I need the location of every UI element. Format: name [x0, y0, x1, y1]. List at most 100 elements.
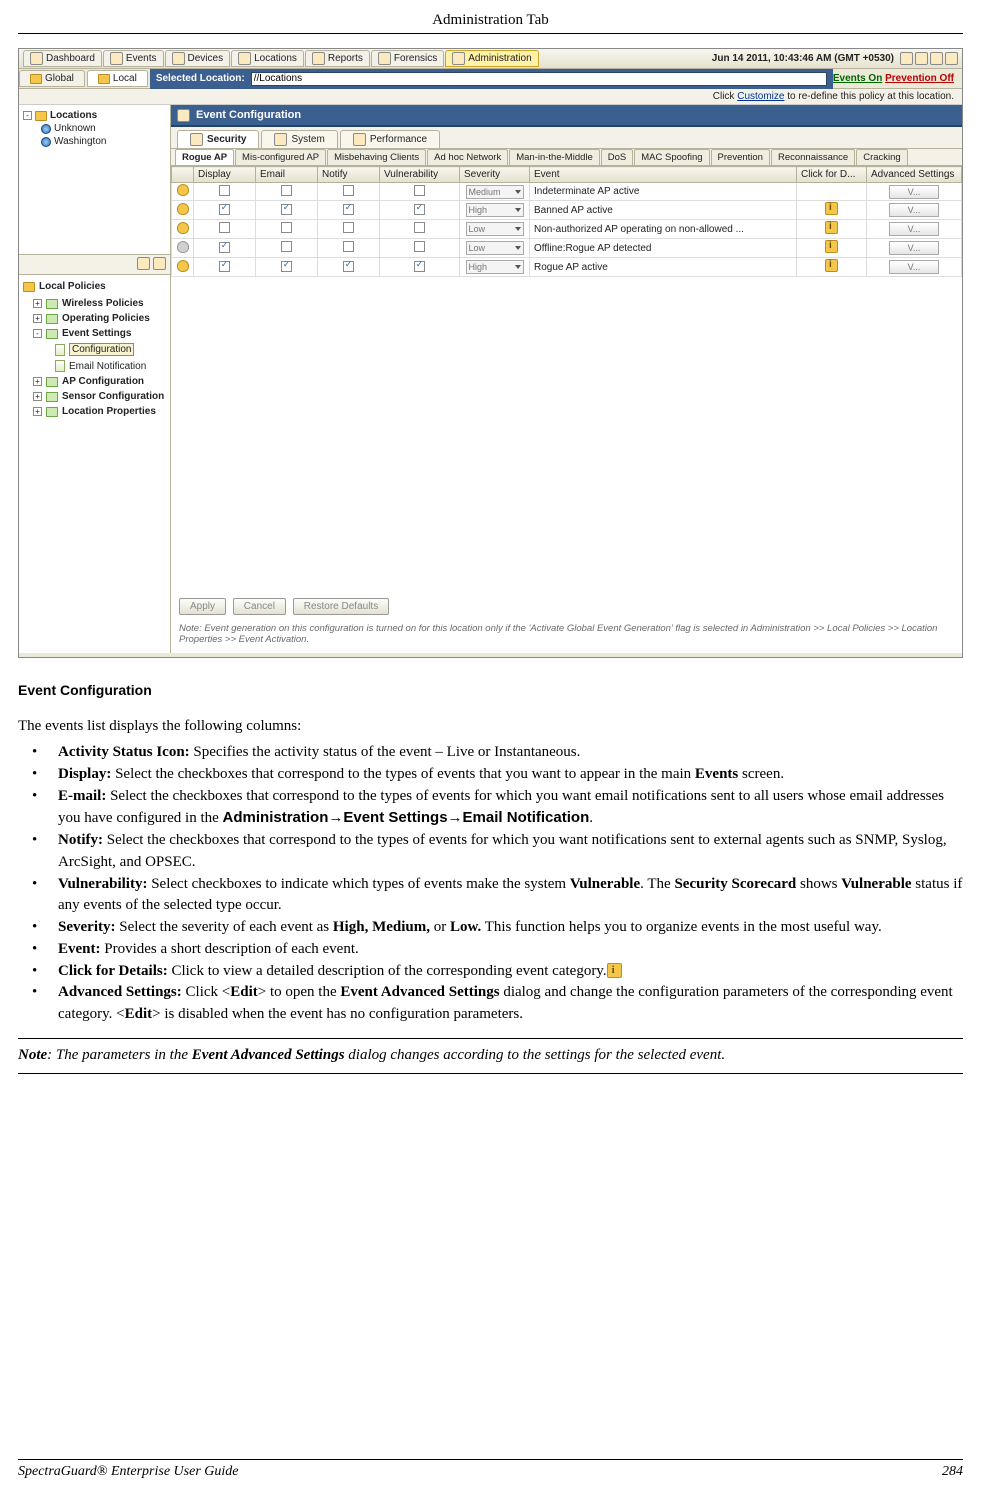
col-advanced[interactable]: Advanced Settings	[867, 167, 962, 183]
severity-select[interactable]: Medium	[466, 185, 524, 199]
checkbox[interactable]	[281, 222, 292, 233]
advanced-button[interactable]: V...	[889, 222, 939, 236]
checkbox[interactable]	[281, 204, 292, 215]
subtab-cracking[interactable]: Cracking	[856, 149, 908, 165]
severity-select[interactable]: High	[466, 203, 524, 217]
subtab-misconfigured[interactable]: Mis-configured AP	[235, 149, 326, 165]
severity-select[interactable]: Low	[466, 222, 524, 236]
advanced-button[interactable]: V...	[889, 185, 939, 199]
location-tree[interactable]: - Locations Unknown Washington	[19, 105, 170, 255]
expand-icon[interactable]: +	[33, 377, 42, 386]
print-icon[interactable]	[930, 52, 943, 65]
sectab-security[interactable]: Security	[177, 130, 259, 148]
expand-icon[interactable]: +	[33, 299, 42, 308]
subtab-dos[interactable]: DoS	[601, 149, 633, 165]
tree-node-washington[interactable]: Washington	[54, 136, 106, 147]
checkbox[interactable]	[281, 241, 292, 252]
policy-location-props[interactable]: Location Properties	[62, 406, 156, 417]
expand-icon[interactable]: +	[33, 392, 42, 401]
col-vulnerability[interactable]: Vulnerability	[380, 167, 460, 183]
tab-reports[interactable]: Reports	[305, 50, 370, 67]
tab-local[interactable]: Local	[87, 70, 148, 87]
col-event[interactable]: Event	[530, 167, 797, 183]
checkbox[interactable]	[343, 222, 354, 233]
tab-devices[interactable]: Devices	[165, 50, 231, 67]
checkbox[interactable]	[219, 204, 230, 215]
subtab-adhoc[interactable]: Ad hoc Network	[427, 149, 508, 165]
policy-sub-configuration[interactable]: Configuration	[69, 343, 134, 356]
checkbox[interactable]	[219, 261, 230, 272]
tree-node-unknown[interactable]: Unknown	[54, 123, 96, 134]
info-icon[interactable]	[825, 202, 838, 215]
subtab-rogue-ap[interactable]: Rogue AP	[175, 149, 234, 165]
checkbox[interactable]	[414, 241, 425, 252]
advanced-button[interactable]: V...	[889, 260, 939, 274]
tab-locations[interactable]: Locations	[231, 50, 304, 67]
sectab-performance[interactable]: Performance	[340, 130, 440, 148]
customize-link[interactable]: Customize	[737, 91, 784, 102]
policy-wireless[interactable]: Wireless Policies	[62, 298, 144, 309]
col-notify[interactable]: Notify	[318, 167, 380, 183]
col-display[interactable]: Display	[194, 167, 256, 183]
collapse-icon[interactable]: -	[33, 329, 42, 338]
checkbox[interactable]	[219, 222, 230, 233]
severity-select[interactable]: High	[466, 260, 524, 274]
subtab-misbehaving[interactable]: Misbehaving Clients	[327, 149, 426, 165]
tab-dashboard[interactable]: Dashboard	[23, 50, 102, 67]
tab-global[interactable]: Global	[19, 70, 85, 87]
tab-events[interactable]: Events	[103, 50, 164, 67]
checkbox[interactable]	[343, 261, 354, 272]
policy-sensor-config[interactable]: Sensor Configuration	[62, 391, 164, 402]
cancel-button[interactable]: Cancel	[233, 598, 286, 615]
checkbox[interactable]	[414, 261, 425, 272]
sectab-system[interactable]: System	[261, 130, 337, 148]
apply-button[interactable]: Apply	[179, 598, 226, 615]
checkbox[interactable]	[281, 185, 292, 196]
help-icon[interactable]	[915, 52, 928, 65]
prevention-off-link[interactable]: Prevention Off	[885, 73, 954, 84]
restore-button[interactable]: Restore Defaults	[293, 598, 389, 615]
checkbox[interactable]	[343, 204, 354, 215]
list-item: Notify: Select the checkboxes that corre…	[18, 830, 963, 874]
policy-event-settings[interactable]: Event Settings	[62, 328, 131, 339]
expand-icon[interactable]: +	[33, 314, 42, 323]
checkbox[interactable]	[219, 242, 230, 253]
col-email[interactable]: Email	[256, 167, 318, 183]
policies-panel: Local Policies +Wireless Policies +Opera…	[19, 275, 170, 653]
events-on-link[interactable]: Events On	[833, 73, 882, 84]
info-icon[interactable]	[825, 259, 838, 272]
subtab-macspoof[interactable]: MAC Spoofing	[634, 149, 709, 165]
refresh-icon[interactable]	[900, 52, 913, 65]
expand-icon[interactable]: +	[33, 407, 42, 416]
checkbox[interactable]	[281, 261, 292, 272]
checkbox[interactable]	[414, 185, 425, 196]
col-details[interactable]: Click for D...	[797, 167, 867, 183]
tree-root[interactable]: Locations	[50, 110, 97, 121]
checkbox[interactable]	[343, 185, 354, 196]
col-activity[interactable]	[172, 167, 194, 183]
info-icon[interactable]	[825, 221, 838, 234]
selected-location-input[interactable]	[251, 72, 827, 86]
severity-select[interactable]: Low	[466, 241, 524, 255]
tab-administration[interactable]: Administration	[445, 50, 538, 67]
tree-tool-icon[interactable]	[137, 257, 150, 270]
tab-forensics[interactable]: Forensics	[371, 50, 444, 67]
advanced-button[interactable]: V...	[889, 203, 939, 217]
checkbox[interactable]	[343, 241, 354, 252]
collapse-icon[interactable]: -	[23, 111, 32, 120]
checkbox[interactable]	[414, 222, 425, 233]
advanced-button[interactable]: V...	[889, 241, 939, 255]
col-severity[interactable]: Severity	[460, 167, 530, 183]
folder-icon	[46, 314, 58, 324]
subtab-mitm[interactable]: Man-in-the-Middle	[509, 149, 600, 165]
subtab-recon[interactable]: Reconnaissance	[771, 149, 855, 165]
subtab-prevention[interactable]: Prevention	[711, 149, 770, 165]
policy-ap-config[interactable]: AP Configuration	[62, 376, 144, 387]
logout-icon[interactable]	[945, 52, 958, 65]
policy-operating[interactable]: Operating Policies	[62, 313, 150, 324]
info-icon[interactable]	[825, 240, 838, 253]
checkbox[interactable]	[414, 204, 425, 215]
tree-tool-icon[interactable]	[153, 257, 166, 270]
policy-sub-email[interactable]: Email Notification	[69, 361, 146, 372]
checkbox[interactable]	[219, 185, 230, 196]
